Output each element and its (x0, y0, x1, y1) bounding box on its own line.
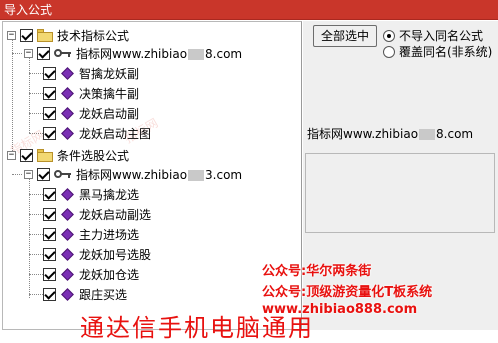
description-box (305, 153, 495, 233)
radio-selected[interactable] (383, 29, 395, 42)
key-icon (54, 169, 72, 179)
checkbox[interactable] (43, 247, 56, 261)
select-all-button[interactable]: 全部选中 (313, 25, 377, 47)
formula-icon (61, 106, 74, 120)
key-icon (54, 48, 72, 58)
source-label: 指标网www.zhibiao 8.com (76, 46, 243, 61)
tree-item[interactable]: 龙妖加仓选 (43, 265, 139, 283)
group-label: 条件选股公式 (57, 148, 130, 163)
tree-item[interactable]: 龙妖加号选股 (43, 245, 151, 263)
item-label: 龙妖加号选股 (79, 247, 152, 262)
item-label: 主力进场选 (79, 227, 140, 242)
tree-source-node[interactable]: − 指标网www.zhibiao 3.com (24, 165, 242, 183)
item-label: 智擒龙妖副 (79, 66, 140, 81)
checkbox[interactable] (43, 267, 56, 281)
item-label: 龙妖启动主图 (79, 126, 152, 141)
option-skip-duplicates[interactable]: 不导入同名公式 (383, 27, 483, 44)
group-label: 技术指标公式 (57, 28, 130, 43)
formula-icon (61, 187, 74, 201)
collapse-icon[interactable]: − (7, 150, 16, 160)
folder-icon (37, 28, 53, 42)
tree-item[interactable]: 黑马擒龙选 (43, 185, 139, 203)
checkbox[interactable] (20, 28, 33, 42)
collapse-icon[interactable]: − (7, 30, 16, 40)
folder-icon (37, 148, 53, 162)
source-name: 指标网www.zhibiao 8.com (307, 127, 474, 141)
formula-icon (61, 86, 74, 100)
checkbox[interactable] (43, 106, 56, 120)
formula-icon (61, 287, 74, 301)
formula-icon (61, 207, 74, 221)
checkbox[interactable] (43, 86, 56, 100)
collapse-icon[interactable]: − (24, 169, 33, 179)
checkbox[interactable] (43, 287, 56, 301)
overlay-bottom-text: 通达信手机电脑通用 (80, 314, 314, 342)
item-label: 龙妖启动副 (79, 106, 140, 121)
item-label: 龙妖加仓选 (79, 267, 140, 282)
formula-icon (61, 247, 74, 261)
checkbox[interactable] (37, 167, 50, 181)
tree-item[interactable]: 主力进场选 (43, 225, 139, 243)
overlay-line-2: 公众号:顶级游资量化T板系统 (262, 285, 433, 300)
formula-icon (61, 267, 74, 281)
tree-group-stock-pick[interactable]: − 条件选股公式 (7, 146, 129, 164)
checkbox[interactable] (20, 148, 33, 162)
item-label: 跟庄买选 (79, 287, 128, 302)
checkbox[interactable] (43, 227, 56, 241)
tree-item[interactable]: 龙妖启动副选 (43, 205, 151, 223)
tree-item[interactable]: 龙妖启动主图 (43, 124, 151, 142)
formula-icon (61, 227, 74, 241)
window-title: 导入公式 (0, 0, 498, 20)
option-label: 覆盖同名(非系统) (399, 45, 493, 59)
option-label: 不导入同名公式 (399, 29, 484, 43)
overlay-line-1: 公众号:华尔两条街 (262, 264, 372, 279)
tree-item[interactable]: 决策擒牛副 (43, 84, 139, 102)
item-label: 决策擒牛副 (79, 86, 140, 101)
option-overwrite[interactable]: 覆盖同名(非系统) (383, 43, 492, 60)
formula-icon (61, 126, 74, 140)
checkbox[interactable] (37, 46, 50, 60)
checkbox[interactable] (43, 187, 56, 201)
tree-source-node[interactable]: − 指标网www.zhibiao 8.com (24, 44, 242, 62)
collapse-icon[interactable]: − (24, 48, 33, 58)
formula-icon (61, 66, 74, 80)
tree-group-technical[interactable]: − 技术指标公式 (7, 26, 129, 44)
item-label: 黑马擒龙选 (79, 187, 140, 202)
tree-item[interactable]: 智擒龙妖副 (43, 64, 139, 82)
checkbox[interactable] (43, 126, 56, 140)
checkbox[interactable] (43, 66, 56, 80)
formula-tree[interactable]: 指标网 指标网 − 技术指标公式 − 指标网www.zhibiao 8.com 智… (2, 21, 302, 330)
radio[interactable] (383, 45, 395, 58)
tree-item[interactable]: 跟庄买选 (43, 285, 127, 303)
source-label: 指标网www.zhibiao 3.com (76, 167, 243, 182)
item-label: 龙妖启动副选 (79, 207, 152, 222)
checkbox[interactable] (43, 207, 56, 221)
tree-item[interactable]: 龙妖启动副 (43, 104, 139, 122)
